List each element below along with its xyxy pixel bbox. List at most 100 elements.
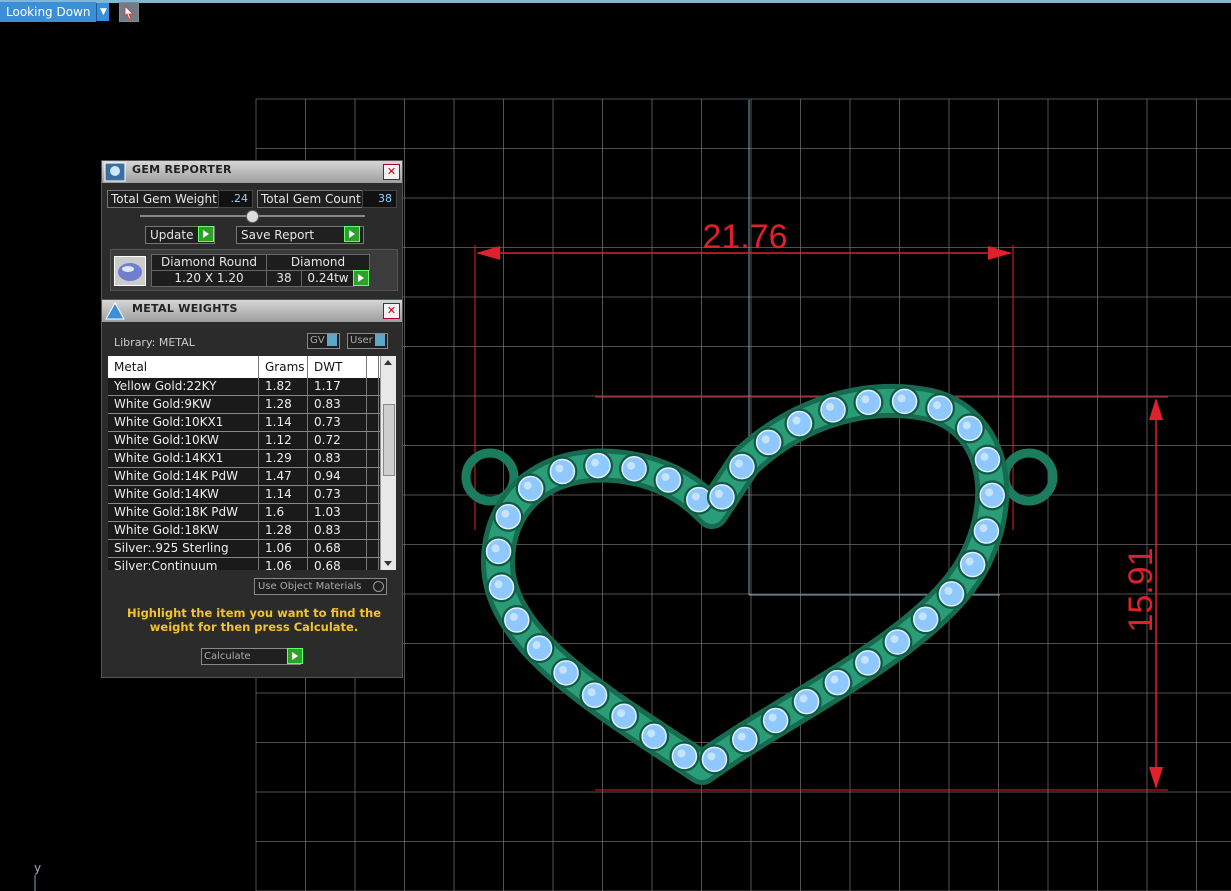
diamond-gem xyxy=(729,453,755,480)
panel-slider-handle[interactable] xyxy=(246,210,259,223)
row-spacer-cell xyxy=(367,540,379,557)
diamond-gem xyxy=(585,452,611,479)
gem-reporter-icon xyxy=(104,162,126,182)
metal-weights-table[interactable]: Metal Grams DWT Yellow Gold:22KY 1.82 1.17… xyxy=(108,356,396,570)
diamond-gem xyxy=(671,743,698,770)
table-row[interactable]: White Gold:14K PdW 1.47 0.94 xyxy=(108,468,396,486)
metal-name-cell: White Gold:10KX1 xyxy=(108,414,259,431)
save-report-go-icon[interactable] xyxy=(344,226,360,242)
diamond-gem xyxy=(855,389,882,416)
row-spacer-cell xyxy=(367,396,379,413)
diamond-gem xyxy=(820,397,846,423)
table-row[interactable]: White Gold:18K PdW 1.6 1.03 xyxy=(108,504,396,522)
diamond-gem xyxy=(938,581,965,607)
dwt-cell: 0.68 xyxy=(308,540,367,557)
table-row[interactable]: Silver:.925 Sterling 1.06 0.68 xyxy=(108,540,396,558)
metal-weights-header[interactable]: METAL WEIGHTS ✕ xyxy=(102,300,402,322)
dwt-cell: 0.72 xyxy=(308,432,367,449)
scroll-up-icon[interactable] xyxy=(384,360,392,365)
height-dimension-text: 15.91 xyxy=(1122,547,1160,632)
dwt-cell: 0.73 xyxy=(308,414,367,431)
diamond-gem xyxy=(855,650,881,676)
diamond-gem xyxy=(549,458,576,485)
calculate-label: Calculate xyxy=(204,651,251,662)
dwt-cell: 1.17 xyxy=(308,378,367,395)
user-toggle[interactable]: User xyxy=(347,333,388,349)
diamond-gem xyxy=(824,669,851,696)
column-header-metal[interactable]: Metal xyxy=(108,356,259,378)
column-header-dwt[interactable]: DWT xyxy=(308,356,367,378)
table-row[interactable]: White Gold:10KX1 1.14 0.73 xyxy=(108,414,396,432)
close-icon[interactable]: ✕ xyxy=(383,303,400,319)
heart-pendant-model[interactable] xyxy=(461,383,1058,785)
total-gem-count-value: 38 xyxy=(362,190,397,208)
column-header-grams[interactable]: Grams xyxy=(259,356,308,378)
table-row[interactable]: White Gold:10KW 1.12 0.72 xyxy=(108,432,396,450)
table-scrollbar[interactable] xyxy=(380,356,396,570)
metal-weights-icon xyxy=(105,301,125,320)
row-spacer-cell xyxy=(367,504,379,521)
row-spacer-cell xyxy=(367,414,379,431)
calculate-go-icon[interactable] xyxy=(287,648,303,664)
table-row[interactable]: White Gold:18KW 1.28 0.83 xyxy=(108,522,396,540)
diamond-gem xyxy=(621,456,647,482)
calculate-button[interactable]: Calculate xyxy=(201,648,301,665)
width-dimension-text: 21.76 xyxy=(702,218,787,256)
diamond-gem xyxy=(755,429,782,456)
diamond-gem xyxy=(912,606,939,633)
height-dimension: 15.91 xyxy=(595,396,1168,791)
diamond-gem xyxy=(979,482,1005,509)
table-row[interactable]: White Gold:9KW 1.28 0.83 xyxy=(108,396,396,414)
gem-type: Diamond xyxy=(266,254,370,271)
scroll-thumb[interactable] xyxy=(383,404,395,476)
table-row[interactable]: White Gold:14KX1 1.29 0.83 xyxy=(108,450,396,468)
metal-name-cell: White Gold:10KW xyxy=(108,432,259,449)
row-spacer-cell xyxy=(367,432,379,449)
diamond-gem xyxy=(517,475,544,502)
gem-shape: Diamond Round xyxy=(151,254,267,271)
table-row[interactable]: Silver:Continuum 1.06 0.68 xyxy=(108,558,396,570)
axis-label-y: y xyxy=(34,861,41,875)
diamond-gem xyxy=(884,629,911,655)
toggle-switch-icon xyxy=(374,334,385,346)
diamond-gem xyxy=(957,415,983,442)
table-row[interactable]: White Gold:14KW 1.14 0.73 xyxy=(108,486,396,504)
gem-row-go-icon[interactable] xyxy=(353,270,369,286)
gem-reporter-panel: GEM REPORTER ✕ Total Gem Weight .24 Tota… xyxy=(101,160,403,300)
metal-name-cell: White Gold:9KW xyxy=(108,396,259,413)
gv-toggle[interactable]: GV xyxy=(307,333,340,349)
diamond-gem xyxy=(959,551,986,578)
diamond-gem xyxy=(504,607,530,633)
toggle-switch-icon xyxy=(326,334,337,346)
gem-reporter-header[interactable]: GEM REPORTER ✕ xyxy=(102,161,402,183)
dwt-cell: 0.83 xyxy=(308,522,367,539)
update-go-icon[interactable] xyxy=(198,226,214,242)
radio-icon xyxy=(373,581,384,592)
diamond-gem xyxy=(488,574,515,601)
diamond-gem xyxy=(655,467,682,493)
table-row[interactable]: Yellow Gold:22KY 1.82 1.17 xyxy=(108,378,396,396)
grams-cell: 1.29 xyxy=(259,450,308,467)
use-object-materials-toggle[interactable]: Use Object Materials xyxy=(254,578,387,595)
scroll-down-icon[interactable] xyxy=(384,561,392,566)
diamond-gem xyxy=(641,723,667,750)
grams-cell: 1.28 xyxy=(259,522,308,539)
metal-weights-panel: METAL WEIGHTS ✕ Library: METAL GV User M… xyxy=(101,299,403,678)
round-gem-icon xyxy=(114,256,146,286)
grams-cell: 1.06 xyxy=(259,540,308,557)
gem-row[interactable]: Diamond Round 1.20 X 1.20 Diamond 38 0.2… xyxy=(110,249,398,291)
diamond-gem xyxy=(553,660,579,686)
diamond-gem xyxy=(732,726,758,753)
grams-cell: 1.28 xyxy=(259,396,308,413)
dwt-cell: 0.68 xyxy=(308,558,367,570)
diamond-gem xyxy=(611,703,637,729)
diamond-gem xyxy=(495,503,522,530)
dwt-cell: 0.73 xyxy=(308,486,367,503)
diamond-gem xyxy=(891,388,918,415)
metal-name-cell: White Gold:14KW xyxy=(108,486,259,503)
close-icon[interactable]: ✕ xyxy=(383,164,400,180)
total-gem-weight-value: .24 xyxy=(218,190,253,208)
metal-weights-title: METAL WEIGHTS xyxy=(132,302,238,315)
diamond-gem xyxy=(786,410,813,437)
library-label: Library: METAL xyxy=(114,336,195,349)
